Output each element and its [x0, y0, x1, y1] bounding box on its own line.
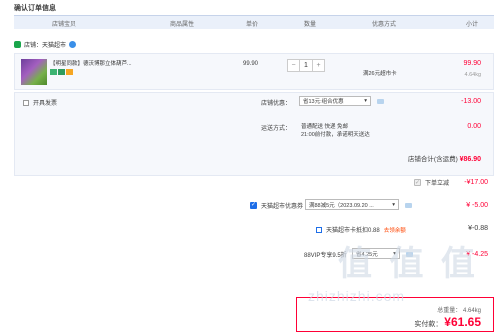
qty-input[interactable]: 1 — [299, 60, 313, 71]
card-label: 天猫超市卡抵扣0.88 — [326, 228, 380, 234]
badge-icon — [50, 69, 57, 75]
order-confirm-page: 确认订单信息 店铺宝贝 商品属性 单价 数量 优惠方式 小计 店铺：天猫超市 【… — [0, 0, 500, 332]
coupon-label: 天猫超市优惠券 — [261, 204, 304, 210]
info-icon[interactable] — [405, 203, 412, 208]
item-promo: 满26元超市卡 — [363, 71, 397, 77]
col-header-subtotal: 小计 — [466, 22, 479, 28]
col-header-qty: 数量 — [304, 22, 317, 28]
chevron-down-icon: ▾ — [364, 98, 367, 104]
watermark-url: zhizhizhi.com — [308, 288, 406, 304]
card-checkbox[interactable] — [316, 226, 322, 233]
col-header-promo: 优惠方式 — [372, 22, 397, 28]
order-discount-row: ✓ 下单立减 — [414, 178, 449, 187]
store-discount-select[interactable]: 省13元:组合优惠 ▾ — [299, 96, 371, 106]
card-value: ¥-0.88 — [468, 225, 488, 232]
invoice-checkbox[interactable] — [23, 99, 29, 106]
shipping-fee: 0.00 — [467, 123, 481, 130]
info-icon[interactable] — [377, 99, 384, 104]
total-weight-label: 总重量： — [437, 308, 462, 314]
item-subtotal: 99.90 — [463, 60, 481, 67]
store-discount-label: 店铺优惠： — [261, 101, 292, 107]
table-header: 店铺宝贝 商品属性 单价 数量 优惠方式 小计 — [14, 15, 494, 29]
coupon-select-value: 满88减5元（2023.09.20 ... — [309, 202, 374, 209]
store-options: 开具发票 店铺优惠： 省13元:组合优惠 ▾ -13.00 运送方式： 普通配送… — [14, 92, 494, 176]
store-total-label: 店铺合计(含运费) — [407, 156, 458, 163]
invoice-option[interactable]: 开具发票 — [23, 98, 57, 107]
chat-icon[interactable] — [69, 41, 77, 48]
col-header-item: 店铺宝贝 — [52, 22, 77, 28]
store-total-value: ¥86.90 — [459, 156, 481, 163]
product-thumbnail[interactable] — [21, 59, 47, 85]
invoice-label: 开具发票 — [33, 101, 58, 107]
total-weight-value: 4.64kg — [462, 308, 481, 314]
qty-minus-button[interactable]: − — [288, 60, 299, 71]
store-discount-value: -13.00 — [461, 98, 481, 105]
pay-amount: 61.65 — [450, 315, 481, 329]
shipping-info: 普通配送 快递 免邮 21:00前付款，承诺明天送达 — [301, 123, 370, 139]
pay-label: 实付款： — [414, 321, 443, 328]
watermark: 值 值 值 — [338, 245, 479, 283]
shipping-method: 普通配送 快递 免邮 — [301, 124, 349, 130]
unit-price: 99.90 — [243, 61, 259, 67]
col-header-attr: 商品属性 — [170, 22, 195, 28]
badge-icon — [58, 69, 65, 75]
shipping-promise: 21:00前付款，承诺明天送达 — [301, 132, 370, 138]
item-weight: 4.64kg — [464, 72, 481, 78]
order-discount-checkbox: ✓ — [414, 179, 421, 186]
coupon-checkbox[interactable]: ✓ — [250, 202, 257, 209]
store-total: 店铺合计(含运费) ¥86.90 — [408, 153, 481, 163]
order-discount-label: 下单立减 — [425, 181, 450, 187]
order-item-row: 【明星同款】德沃博那立体葫芦... 99.90 − 1 + 满26元超市卡 99… — [14, 53, 494, 90]
shop-bar: 店铺：天猫超市 — [14, 40, 77, 49]
quantity-stepper[interactable]: − 1 + — [287, 59, 325, 72]
service-badges — [50, 69, 73, 75]
pay-currency: ¥ — [444, 315, 451, 329]
col-header-price: 单价 — [246, 22, 259, 28]
total-weight: 总重量： 4.64kg — [437, 305, 481, 314]
shop-icon — [14, 41, 21, 48]
coupon-value: ¥ -5.00 — [466, 202, 488, 209]
shipping-label: 运送方式： — [261, 126, 292, 132]
badge-icon — [66, 69, 73, 75]
store-discount-select-value: 省13元:组合优惠 — [303, 99, 344, 105]
card-row[interactable]: 天猫超市卡抵扣0.88 去领余额 — [316, 225, 406, 234]
chevron-down-icon: ▾ — [392, 201, 395, 208]
qty-plus-button[interactable]: + — [313, 60, 324, 71]
page-title: 确认订单信息 — [14, 5, 56, 12]
total-payment: 实付款： ¥61.65 — [414, 315, 481, 329]
coupon-select[interactable]: 满88减5元（2023.09.20 ... ▾ — [305, 199, 399, 210]
card-link[interactable]: 去领余额 — [384, 226, 406, 234]
order-discount-value: -¥17.00 — [464, 179, 488, 186]
shop-name[interactable]: 店铺：天猫超市 — [24, 40, 66, 49]
coupon-row[interactable]: ✓ 天猫超市优惠券 — [250, 201, 303, 210]
product-name[interactable]: 【明星同款】德沃博那立体葫芦... — [50, 59, 132, 67]
